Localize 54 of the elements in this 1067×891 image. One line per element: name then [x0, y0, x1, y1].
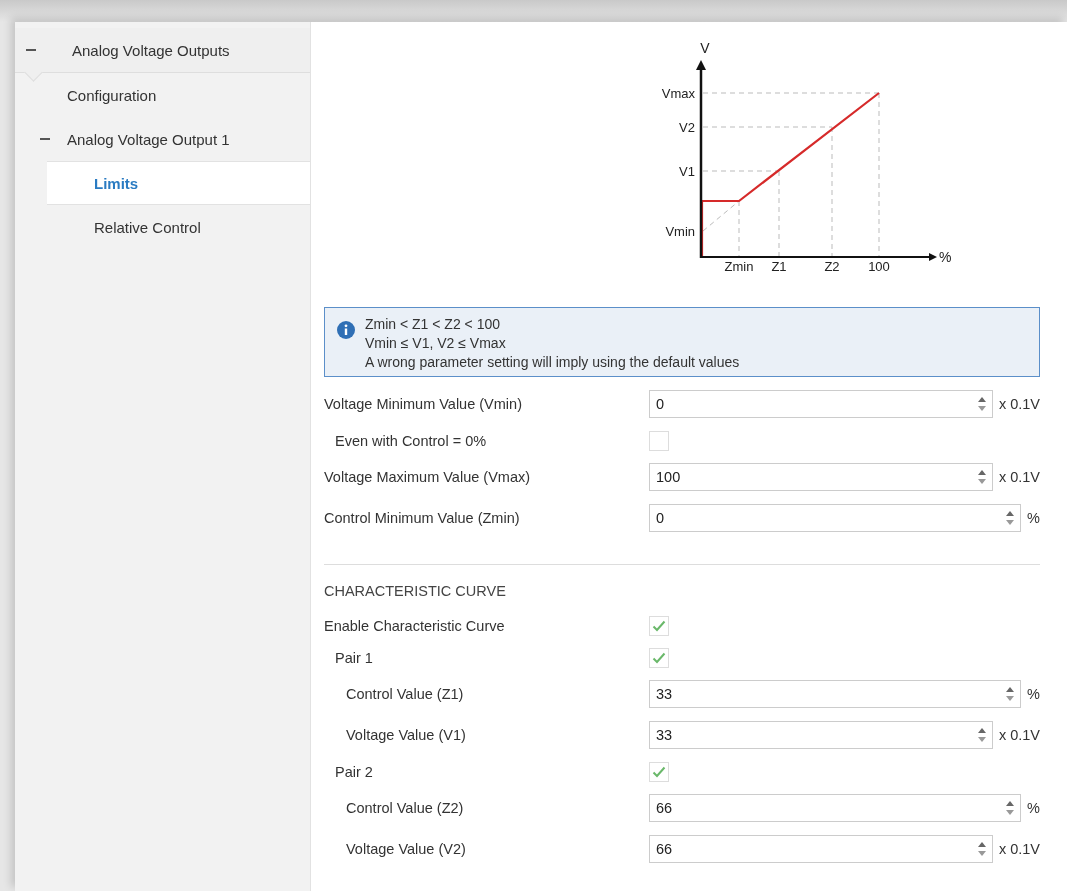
number-field[interactable]: 66	[649, 835, 993, 863]
field-label: Voltage Value (V2)	[346, 841, 467, 857]
number-field[interactable]: 100	[649, 463, 993, 491]
characteristic-curve-drawing: V % Vmax V2 V1 Vmin Zmin Z1 Z2 100	[601, 30, 961, 280]
info-icon	[337, 321, 355, 339]
unit-label: x 0.1V	[998, 396, 1040, 412]
tree-item-label: Relative Control	[94, 218, 201, 236]
checkbox[interactable]	[649, 762, 669, 782]
checkmark-icon	[652, 766, 666, 778]
tree-item-label: Configuration	[67, 86, 157, 104]
field-label: Voltage Value (V1)	[346, 727, 467, 743]
unit-label: x 0.1V	[998, 469, 1040, 485]
checkbox[interactable]	[649, 648, 669, 668]
checkmark-icon	[652, 620, 666, 632]
spinner-icon[interactable]	[977, 841, 986, 857]
tree-item[interactable]: Relative Control	[47, 205, 310, 249]
tree-item[interactable]: Limits	[47, 161, 310, 205]
field-label: Voltage Maximum Value (Vmax)	[324, 469, 532, 485]
field-label: Enable Characteristic Curve	[324, 618, 506, 634]
number-field[interactable]: 0	[649, 390, 993, 418]
unit-label: x 0.1V	[998, 727, 1040, 743]
field-label: Control Value (Z2)	[346, 800, 465, 816]
field-label: Control Value (Z1)	[346, 686, 465, 702]
field-label: Pair 2	[335, 764, 374, 780]
section-heading: CHARACTERISTIC CURVE	[324, 583, 506, 599]
tree-item-label: Limits	[94, 174, 139, 192]
number-field[interactable]: 33	[649, 721, 993, 749]
tree-item-label: Analog Voltage Output 1	[67, 130, 230, 148]
info-text: A wrong parameter setting will imply using the default values	[365, 354, 740, 370]
spinner-icon[interactable]	[1006, 510, 1015, 526]
field-label: Even with Control = 0%	[335, 433, 488, 449]
checkmark-icon	[652, 652, 666, 664]
spinner-icon[interactable]	[977, 727, 986, 743]
spinner-icon[interactable]	[1006, 800, 1015, 816]
field-label: Pair 1	[335, 650, 374, 666]
info-text: Zmin < Z1 < Z2 < 100	[365, 316, 501, 332]
checkbox[interactable]	[649, 616, 669, 636]
unit-label: x 0.1V	[998, 841, 1040, 857]
number-field[interactable]: 66	[649, 794, 1022, 822]
info-text: Vmin ≤ V1, V2 ≤ Vmax	[365, 335, 507, 351]
number-field[interactable]: 0	[649, 504, 1022, 532]
tree-item[interactable]: Configuration	[15, 73, 310, 117]
unit-label: %	[1027, 800, 1040, 816]
unit-label: %	[1027, 686, 1040, 702]
tree-item[interactable]: Analog Voltage Output 1	[15, 117, 310, 161]
unit-label: %	[1027, 510, 1040, 526]
number-field[interactable]: 33	[649, 680, 1022, 708]
field-label: Voltage Minimum Value (Vmin)	[324, 396, 523, 412]
field-label: Control Minimum Value (Zmin)	[324, 510, 521, 526]
spinner-icon[interactable]	[977, 396, 986, 412]
checkbox[interactable]	[649, 431, 669, 451]
spinner-icon[interactable]	[977, 469, 986, 485]
spinner-icon[interactable]	[1006, 686, 1015, 702]
tree-item-label: Analog Voltage Outputs	[72, 41, 230, 59]
